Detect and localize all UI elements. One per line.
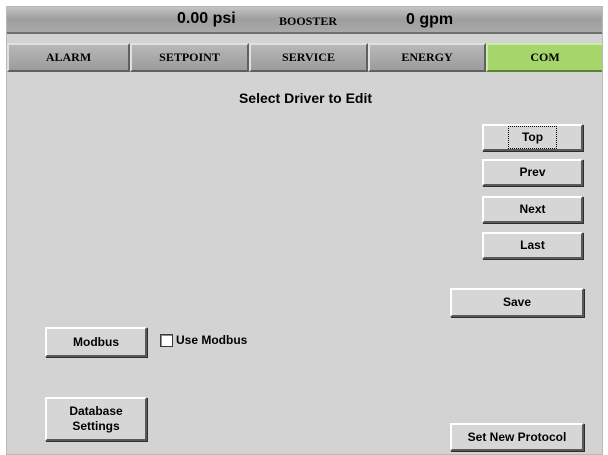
set-new-protocol-button[interactable]: Set New Protocol [450, 423, 584, 451]
tab-energy[interactable]: ENERGY [368, 43, 486, 72]
top-button[interactable]: Top [482, 124, 583, 151]
tab-label: COM [530, 50, 560, 64]
last-button[interactable]: Last [482, 232, 583, 259]
mode-readout: BOOSTER [279, 14, 338, 28]
tab-alarm[interactable]: ALARM [7, 43, 130, 72]
prev-button[interactable]: Prev [482, 159, 583, 186]
prev-button-label: Prev [519, 165, 546, 179]
next-button-label: Next [519, 202, 546, 216]
tab-label: ALARM [45, 50, 92, 64]
database-settings-label-line1: Database [69, 404, 123, 418]
tab-label: SETPOINT [159, 50, 220, 64]
status-bar: 0.00 psi BOOSTER 0 gpm [7, 7, 602, 34]
use-modbus-checkbox[interactable]: Use Modbus [160, 333, 247, 347]
modbus-button[interactable]: Modbus [45, 327, 147, 357]
page-title: Select Driver to Edit [238, 90, 373, 106]
pressure-readout: 0.00 psi [177, 10, 236, 27]
next-button[interactable]: Next [482, 196, 583, 223]
database-settings-label: Database Settings [69, 404, 122, 434]
tab-label: SERVICE [282, 50, 335, 64]
set-new-protocol-label: Set New Protocol [467, 429, 567, 444]
com-screen: 0.00 psi BOOSTER 0 gpm ALARM SETPOINT SE… [6, 6, 603, 455]
database-settings-label-line2: Settings [72, 419, 120, 433]
tab-bar: ALARM SETPOINT SERVICE ENERGY COM [7, 43, 602, 72]
modbus-button-label: Modbus [73, 334, 119, 349]
save-button[interactable]: Save [450, 288, 584, 317]
checkbox-box[interactable] [160, 333, 173, 347]
tab-service[interactable]: SERVICE [249, 43, 368, 72]
use-modbus-label: Use Modbus [176, 333, 248, 347]
save-button-label: Save [502, 295, 532, 309]
last-button-label: Last [520, 238, 545, 252]
tab-setpoint[interactable]: SETPOINT [130, 43, 249, 72]
flow-readout: 0 gpm [406, 11, 454, 28]
tab-label: ENERGY [401, 50, 453, 64]
top-button-label: Top [507, 126, 558, 149]
database-settings-button[interactable]: Database Settings [45, 397, 147, 441]
tab-com[interactable]: COM [486, 43, 602, 72]
